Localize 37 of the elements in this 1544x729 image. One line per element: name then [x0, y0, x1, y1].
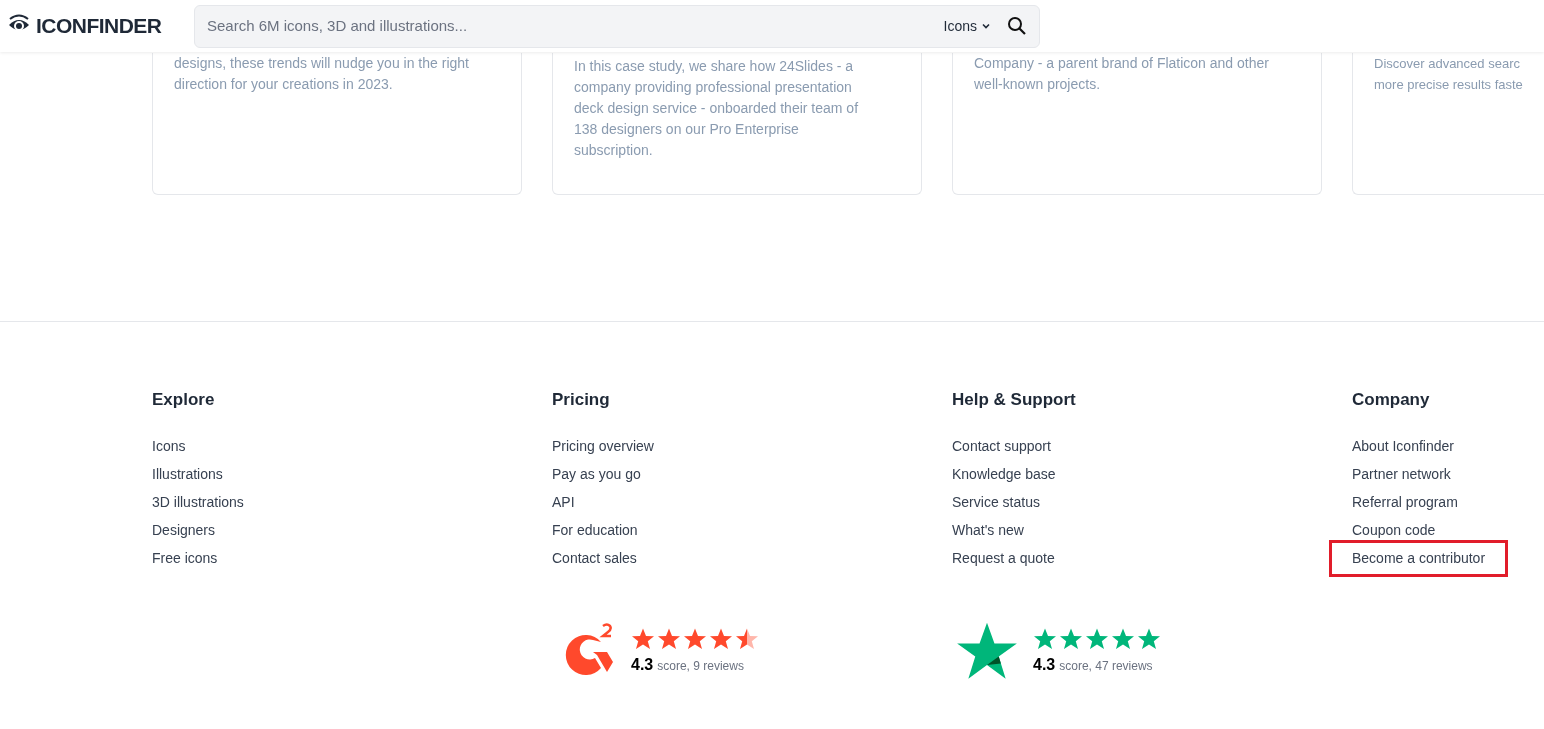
- footer-heading: Pricing: [552, 389, 611, 411]
- search-icon[interactable]: [1007, 16, 1027, 36]
- footer-link[interactable]: Contact support: [952, 436, 1051, 457]
- rating-score: 4.3: [631, 654, 654, 675]
- footer-heading: Company: [1352, 389, 1431, 411]
- card-description: Discover advanced searc more precise results faste: [1374, 55, 1524, 94]
- card-description: Company - a parent brand of Flaticon and other well-known projects.: [974, 54, 1270, 94]
- footer-link[interactable]: Designers: [152, 520, 216, 541]
- rating-score: 4.3: [1033, 654, 1056, 675]
- logo-text: ICONFINDER: [36, 13, 162, 40]
- footer-link[interactable]: What's new: [952, 520, 1024, 541]
- footer-link[interactable]: Contact sales: [552, 548, 637, 569]
- card-description: In this case study, we share how 24Slides - a company providing professional presentation deck design service - onboarded their team of 138 designers on our Pro Enterprise subscription.: [574, 57, 860, 160]
- type-dropdown[interactable]: Icons: [943, 15, 991, 37]
- rating-detail: score, 9 reviews: [657, 657, 744, 675]
- footer-link[interactable]: Partner network: [1352, 464, 1451, 485]
- card-description: designs, these trends will nudge you in the right direction for your creations in 2023.: [174, 54, 470, 94]
- footer-link[interactable]: Coupon code: [1352, 520, 1436, 541]
- rating-detail: score, 47 reviews: [1059, 657, 1153, 675]
- footer-link[interactable]: Request a quote: [952, 548, 1055, 569]
- footer-link[interactable]: Illustrations: [152, 464, 223, 485]
- footer-link[interactable]: 3D illustrations: [152, 492, 244, 513]
- chevron-down-icon: [981, 21, 991, 31]
- footer-link[interactable]: Icons: [152, 436, 186, 457]
- footer-heading: Help & Support: [952, 389, 1077, 411]
- footer-heading: Explore: [152, 389, 216, 411]
- search-field[interactable]: Search 6M icons, 3D and illustrations... Icons: [194, 4, 1040, 48]
- footer-link[interactable]: Free icons: [152, 548, 218, 569]
- footer-link[interactable]: Service status: [952, 492, 1040, 513]
- footer-link[interactable]: About Iconfinder: [1352, 436, 1454, 457]
- footer-link[interactable]: For education: [552, 520, 638, 541]
- footer-link[interactable]: API: [552, 492, 575, 513]
- footer-link[interactable]: Pay as you go: [552, 464, 641, 485]
- footer-link[interactable]: Become a contributor: [1329, 540, 1509, 577]
- footer-link[interactable]: Knowledge base: [952, 464, 1056, 485]
- footer-link[interactable]: Referral program: [1352, 492, 1458, 513]
- footer-link[interactable]: Pricing overview: [552, 436, 654, 457]
